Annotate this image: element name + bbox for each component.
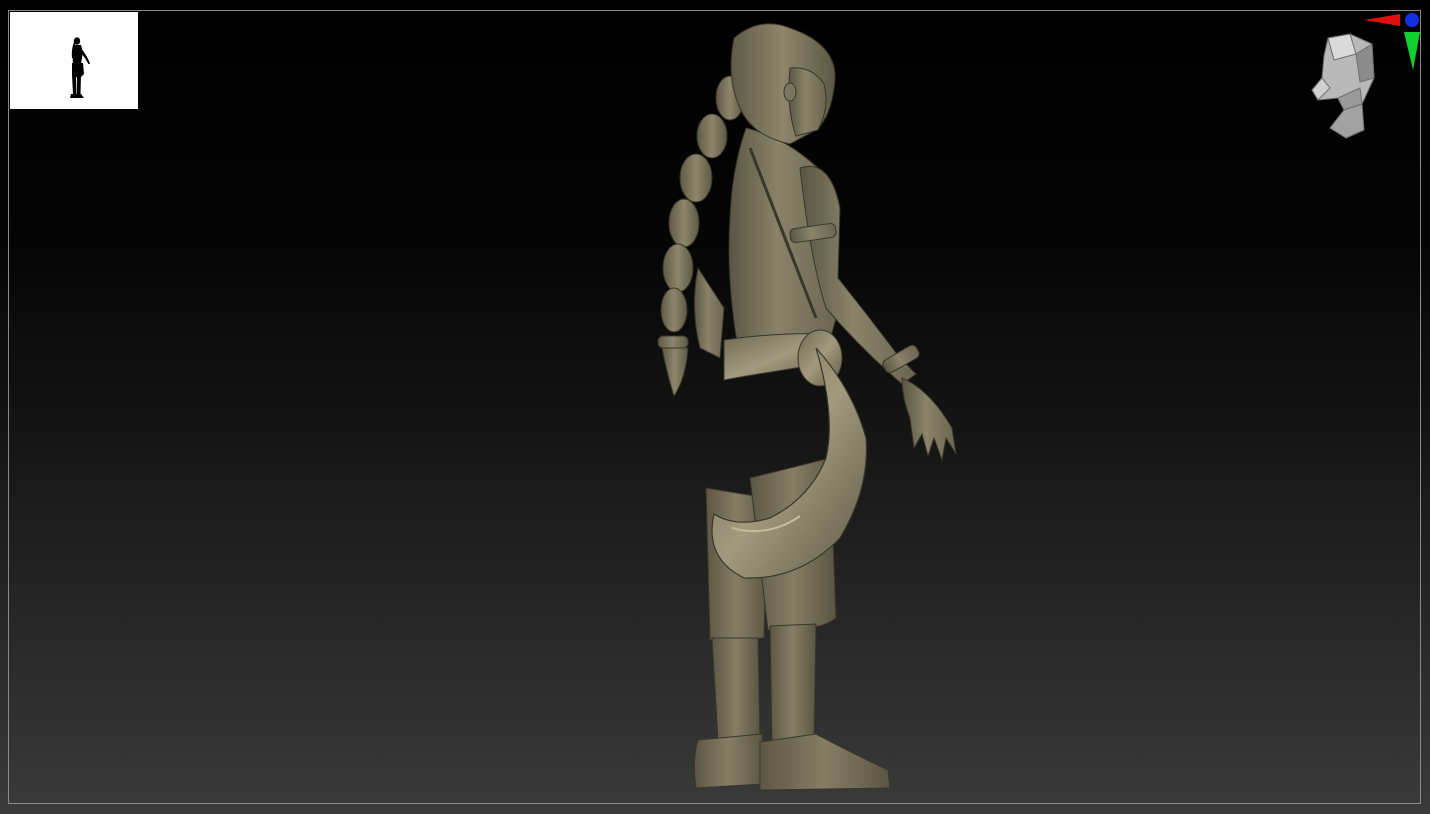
- forearm-front: [693, 266, 725, 359]
- character-sculpt-render: [657, 23, 957, 791]
- head: [730, 23, 836, 145]
- y-axis-icon: [1404, 32, 1420, 70]
- hip-cloth: [711, 347, 868, 579]
- navigator-thumbnail[interactable]: [10, 12, 138, 109]
- sculpted-character-model[interactable]: [640, 18, 980, 794]
- z-axis-icon: [1405, 13, 1419, 27]
- orientation-head-gizmo-icon: [1311, 13, 1420, 139]
- x-axis-icon: [1364, 14, 1400, 26]
- 3d-viewport[interactable]: [0, 0, 1430, 814]
- orientation-gizmo[interactable]: [1300, 8, 1426, 144]
- figure-silhouette-icon: [70, 37, 90, 98]
